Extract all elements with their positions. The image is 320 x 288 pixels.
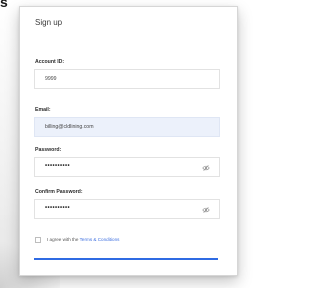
eye-icon[interactable] xyxy=(202,206,210,214)
signup-card: Sign up Account ID: 9999 Email: billing@… xyxy=(19,6,238,276)
password-label: Password: xyxy=(35,147,62,153)
terms-link[interactable]: Terms & Conditions xyxy=(80,237,120,242)
account-id-label: Account ID: xyxy=(35,59,65,65)
password-value: •••••••••• xyxy=(45,163,71,169)
email-value: billing@cldlining.com xyxy=(45,124,94,130)
account-id-field[interactable]: 9999 xyxy=(34,69,220,89)
terms-text: I agree with the Terms & Conditions xyxy=(47,237,119,242)
submit-button-edge[interactable] xyxy=(34,258,218,260)
terms-checkbox[interactable] xyxy=(35,237,41,243)
account-id-value: 9999 xyxy=(45,76,57,82)
form-title: Sign up xyxy=(35,18,63,27)
email-label: Email: xyxy=(35,107,51,113)
confirm-password-label: Confirm Password: xyxy=(35,189,83,195)
confirm-password-value: •••••••••• xyxy=(45,205,71,211)
confirm-password-field[interactable]: •••••••••• xyxy=(34,199,220,219)
eye-icon[interactable] xyxy=(202,164,210,172)
corner-glyph: s xyxy=(0,0,8,10)
password-field[interactable]: •••••••••• xyxy=(34,157,220,177)
terms-prefix: I agree with the xyxy=(47,237,80,242)
email-field[interactable]: billing@cldlining.com xyxy=(34,117,220,137)
